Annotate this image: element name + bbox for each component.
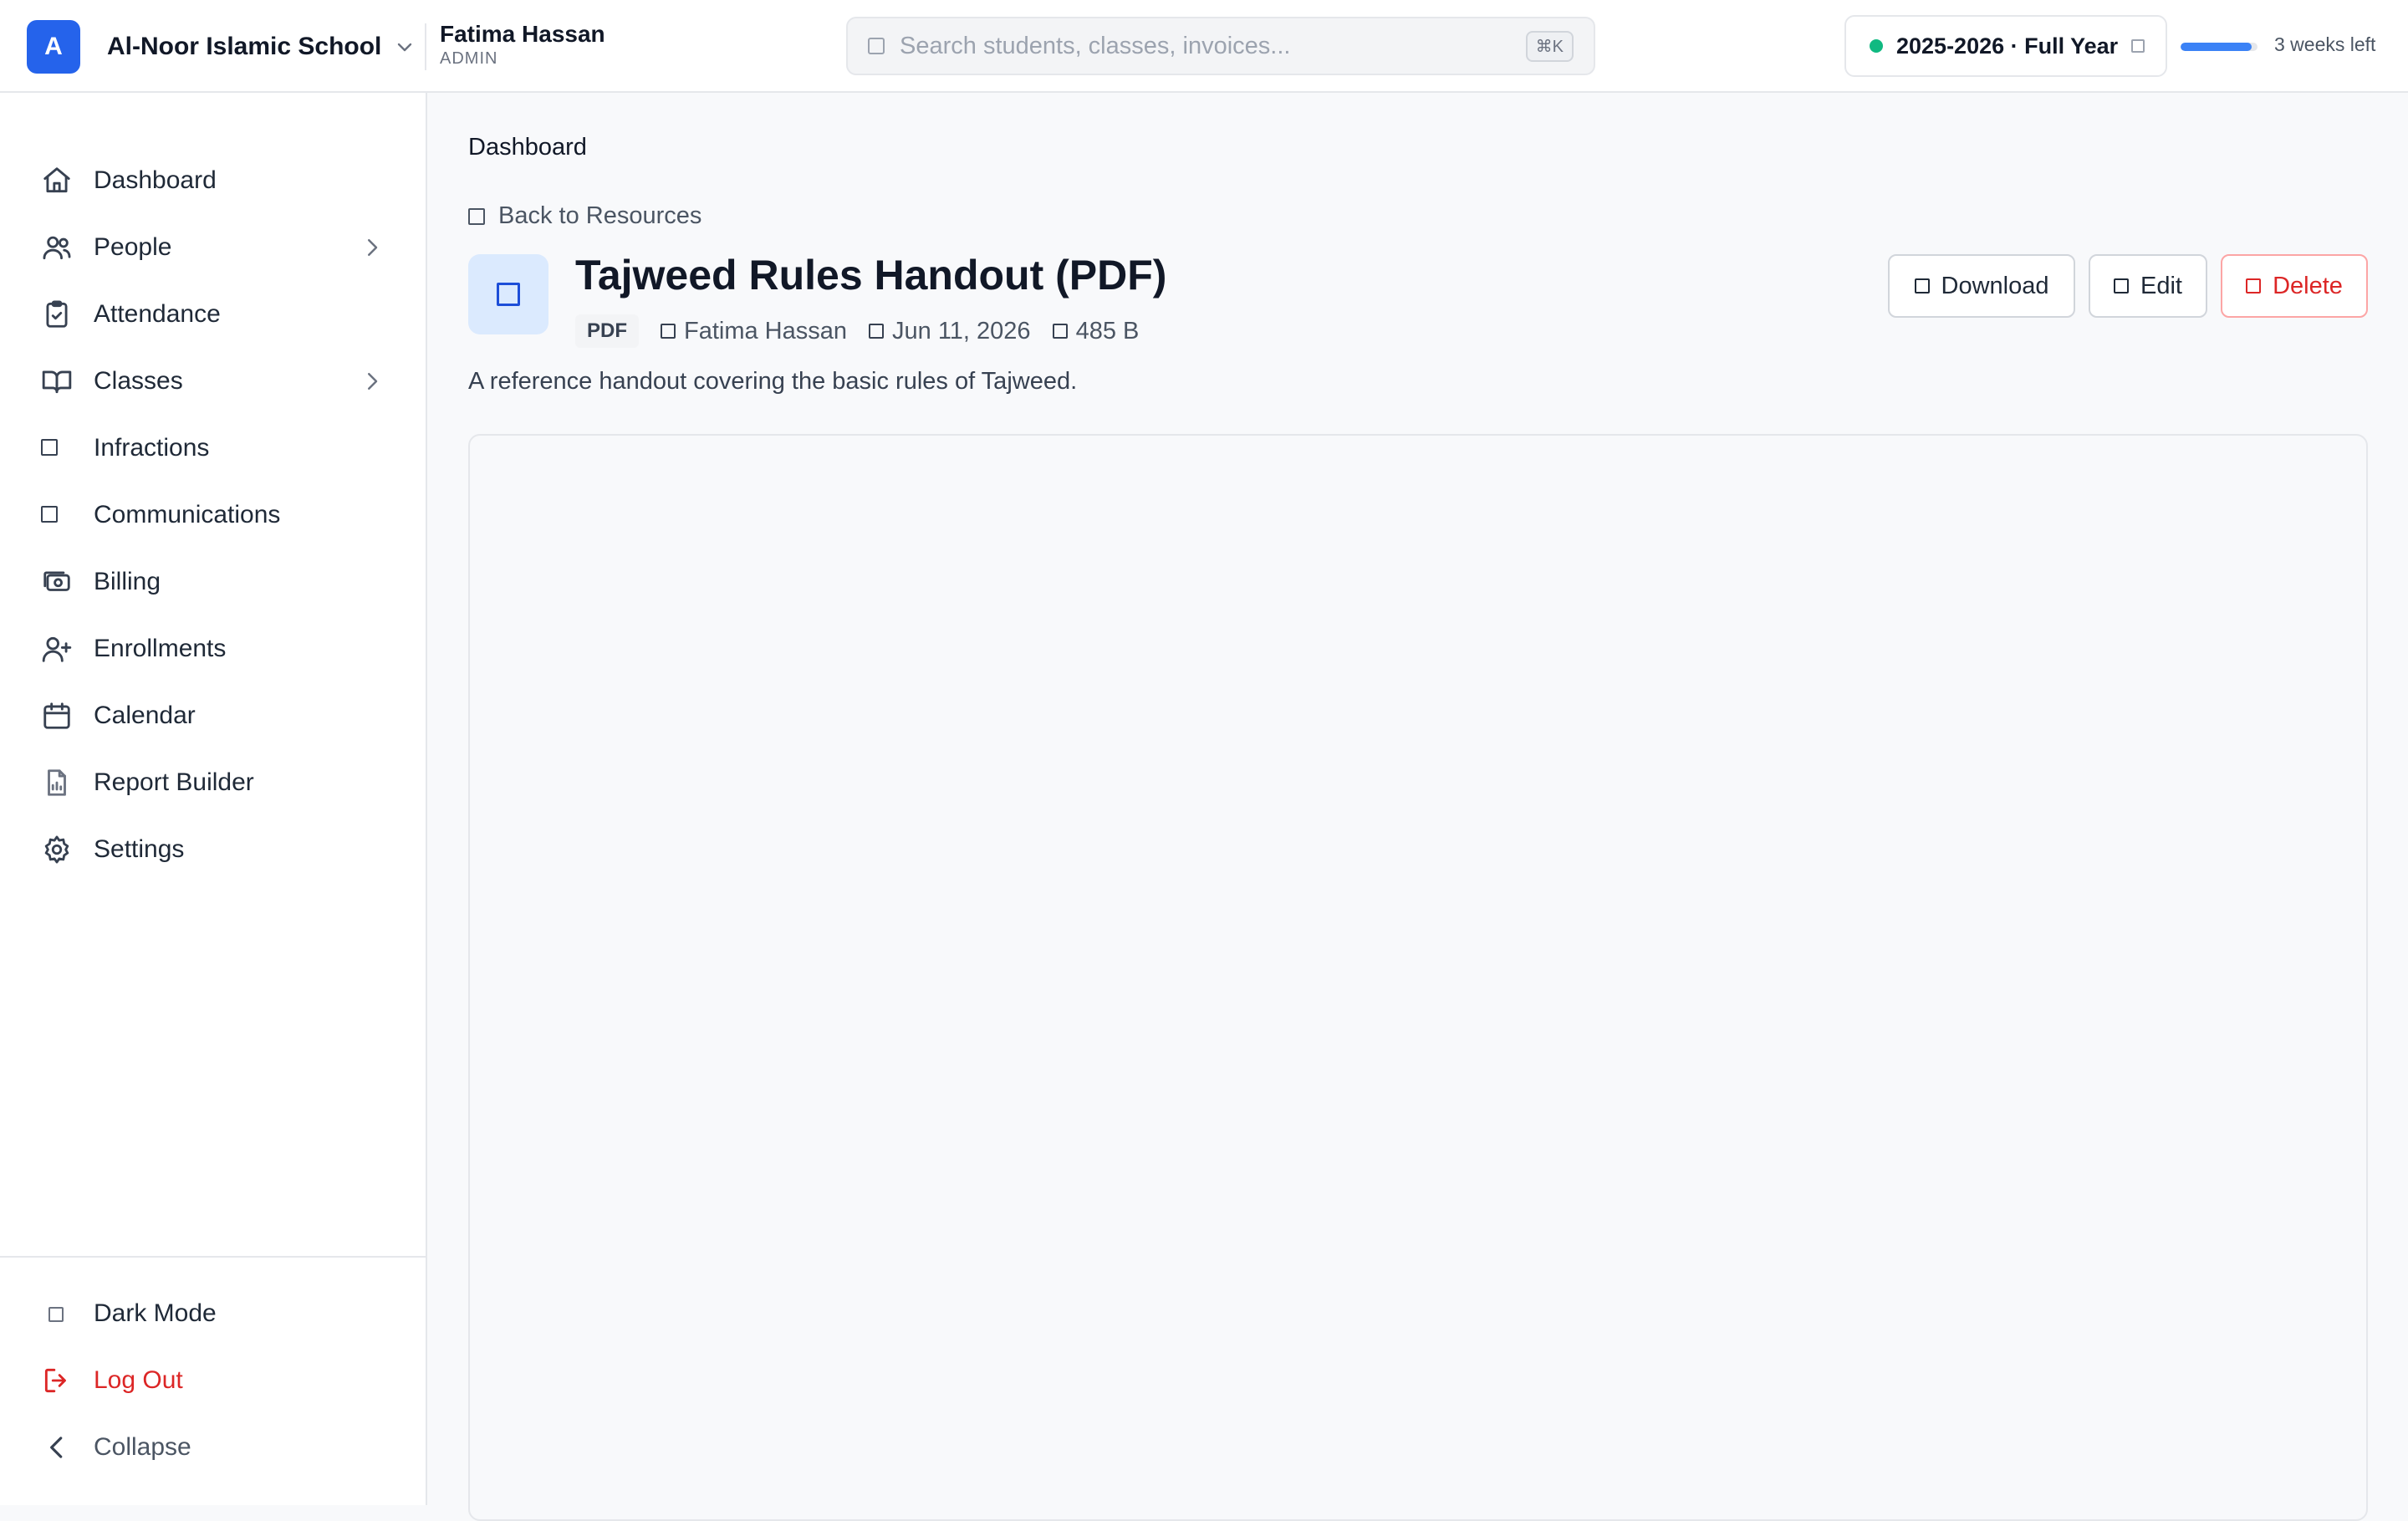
logout-icon [40, 1364, 74, 1397]
sidebar-item-report-builder[interactable]: Report Builder [0, 753, 426, 813]
chevron-right-icon [368, 373, 378, 390]
top-header: A Al-Noor Islamic School Fatima Hassan A… [0, 0, 2408, 93]
user-name: Fatima Hassan [440, 21, 605, 47]
size-meta: 485 B [1052, 317, 1140, 345]
breadcrumb: Dashboard [468, 134, 587, 161]
collapse-label: Collapse [94, 1433, 191, 1461]
current-user: Fatima Hassan ADMIN [440, 20, 605, 69]
sidebar-item-enrollments[interactable]: Enrollments [0, 619, 426, 679]
academic-year-selector[interactable]: 2025-2026 · Full Year [1844, 15, 2167, 77]
chevron-down-icon [398, 43, 412, 52]
global-search[interactable]: ⌘K [846, 17, 1595, 75]
edit-button[interactable]: Edit [2089, 254, 2207, 318]
square-icon [40, 505, 59, 523]
dark-mode-label: Dark Mode [94, 1299, 217, 1327]
year-menu-icon [2131, 39, 2145, 53]
calendar-icon [869, 324, 885, 339]
file-type-icon [468, 254, 548, 334]
page-title: Tajweed Rules Handout (PDF) [575, 252, 1167, 299]
user-plus-icon [40, 632, 74, 666]
square-icon [40, 438, 59, 457]
download-icon [1914, 278, 1930, 293]
chevron-left-icon [40, 1431, 74, 1464]
edit-icon [2114, 278, 2129, 293]
sidebar-item-infractions[interactable]: Infractions [0, 418, 426, 478]
sidebar-item-calendar[interactable]: Calendar [0, 686, 426, 746]
resource-meta: PDF Fatima Hassan Jun 11, 2026 485 B [575, 314, 1139, 348]
school-name: Al-Noor Islamic School [107, 33, 382, 60]
back-link-label: Back to Resources [498, 202, 702, 229]
sidebar-item-label: Enrollments [94, 635, 227, 662]
sidebar-item-label: Communications [94, 501, 281, 528]
search-shortcut-hint: ⌘K [1525, 30, 1574, 62]
resource-description: A reference handout covering the basic r… [468, 368, 1078, 395]
user-role: ADMIN [440, 49, 498, 68]
logout-button[interactable]: Log Out [0, 1350, 426, 1411]
sidebar-divider [0, 1256, 426, 1258]
school-logo[interactable]: A [27, 20, 80, 74]
sidebar-item-dashboard[interactable]: Dashboard [0, 151, 426, 211]
edit-label: Edit [2140, 272, 2182, 299]
sidebar-item-label: Calendar [94, 702, 196, 729]
square-icon-glyph [41, 506, 58, 523]
upload-date: Jun 11, 2026 [892, 317, 1031, 345]
sidebar-item-label: Classes [94, 367, 183, 395]
collapse-sidebar-button[interactable]: Collapse [0, 1417, 426, 1478]
school-switcher[interactable]: Al-Noor Islamic School [107, 27, 415, 67]
academic-year-label: 2025-2026 · Full Year [1896, 33, 2119, 59]
file-size-icon [1052, 324, 1068, 339]
users-icon [40, 231, 74, 264]
active-status-dot [1870, 39, 1883, 53]
file-size: 485 B [1075, 317, 1140, 345]
year-progress-bar [2181, 43, 2258, 51]
delete-label: Delete [2273, 272, 2343, 299]
download-label: Download [1941, 272, 2049, 299]
pdf-preview-frame[interactable] [468, 434, 2368, 1521]
sidebar-item-communications[interactable]: Communications [0, 485, 426, 545]
sidebar-item-label: Report Builder [94, 768, 254, 796]
chevron-right-icon [368, 239, 378, 256]
file-icon [497, 283, 520, 306]
sidebar-item-label: Infractions [94, 434, 210, 462]
sidebar: Dashboard People Attendance Classes Infr… [0, 93, 427, 1505]
file-type-badge: PDF [575, 314, 639, 348]
calendar-icon [40, 699, 74, 732]
trash-icon [2246, 278, 2262, 293]
dark-mode-toggle[interactable]: Dark Mode [0, 1284, 426, 1344]
square-icon [47, 1305, 65, 1324]
clipboard-check-icon [40, 298, 74, 331]
square-icon-glyph [41, 439, 58, 456]
sidebar-item-attendance[interactable]: Attendance [0, 284, 426, 345]
search-icon [868, 38, 885, 54]
sidebar-item-label: Attendance [94, 300, 221, 328]
year-progress-fill [2181, 43, 2252, 51]
sidebar-item-label: Settings [94, 835, 185, 863]
delete-button[interactable]: Delete [2221, 254, 2368, 318]
file-chart-icon [40, 766, 74, 799]
sidebar-item-people[interactable]: People [0, 217, 426, 278]
sidebar-item-settings[interactable]: Settings [0, 819, 426, 880]
gear-icon [40, 833, 74, 866]
sidebar-item-label: Billing [94, 568, 161, 595]
sidebar-item-label: People [94, 233, 172, 261]
back-arrow-icon [468, 207, 485, 225]
header-divider [425, 23, 426, 70]
sidebar-item-label: Dashboard [94, 166, 217, 194]
search-input[interactable] [898, 31, 1526, 61]
author-meta: Fatima Hassan [661, 318, 847, 345]
author-name: Fatima Hassan [684, 317, 848, 345]
logout-label: Log Out [94, 1366, 183, 1394]
book-open-icon [40, 365, 74, 398]
square-icon-glyph [48, 1307, 64, 1322]
date-meta: Jun 11, 2026 [869, 318, 1031, 345]
back-to-resources-link[interactable]: Back to Resources [468, 202, 701, 230]
user-icon [661, 324, 676, 339]
sidebar-item-billing[interactable]: Billing [0, 552, 426, 612]
weeks-left-label: 3 weeks left [2274, 33, 2376, 55]
sidebar-item-classes[interactable]: Classes [0, 351, 426, 411]
home-icon [40, 164, 74, 197]
download-button[interactable]: Download [1888, 254, 2075, 318]
banknote-icon [40, 565, 74, 599]
